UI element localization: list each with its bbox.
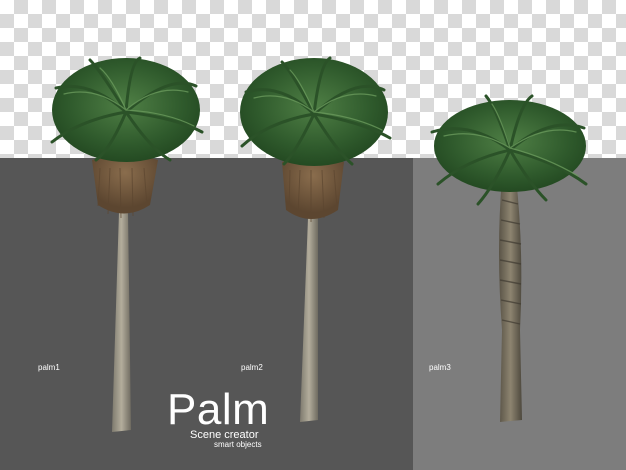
palm-tree-3 — [430, 94, 588, 422]
palm1-label: palm1 — [38, 363, 60, 372]
palm-trees-illustration — [50, 56, 588, 432]
brand-title: Palm — [167, 385, 270, 434]
palm3-label: palm3 — [429, 363, 451, 372]
palm2-label: palm2 — [241, 363, 263, 372]
brand-block: Palm Scene creator smart objects — [167, 385, 270, 450]
brand-tagline: smart objects — [214, 440, 262, 449]
palm-tree-1 — [50, 56, 204, 432]
scene-canvas: palm1 palm2 palm3 Palm Scene creator sma… — [0, 0, 626, 470]
